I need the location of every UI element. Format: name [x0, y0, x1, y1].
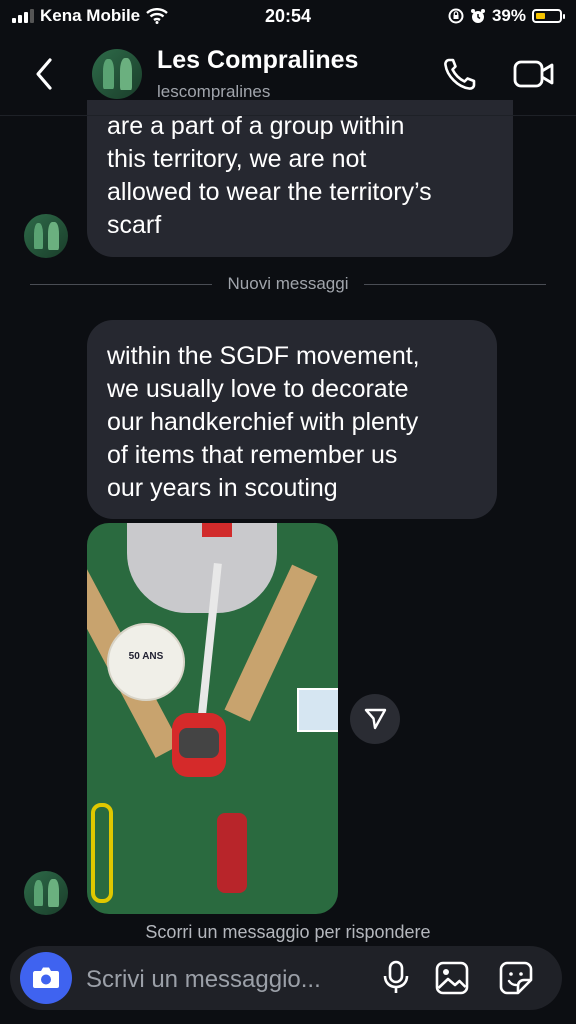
message-bubble[interactable]: within the SGDF movement, we usually lov… — [87, 320, 497, 519]
photo-rope — [91, 803, 113, 903]
video-call-button[interactable] — [512, 54, 556, 94]
back-arrow-icon — [36, 58, 52, 90]
photo-watch-face — [179, 728, 219, 758]
photo-tape — [202, 523, 232, 537]
photo-badge-text: 50 ANS — [128, 651, 164, 662]
call-button[interactable] — [440, 54, 480, 94]
divider-line — [364, 283, 547, 285]
photo-tag — [217, 813, 247, 893]
contact-username[interactable]: lescompralines — [157, 82, 270, 102]
new-messages-divider: Nuovi messaggi — [30, 272, 547, 296]
send-icon — [364, 708, 387, 730]
sticker-icon — [499, 961, 533, 995]
share-button[interactable] — [350, 694, 400, 744]
message-bubble[interactable]: are a part of a group within this territ… — [87, 100, 513, 257]
battery-icon — [532, 9, 565, 23]
microphone-icon — [383, 960, 409, 993]
contact-name[interactable]: Les Compralines — [157, 46, 358, 75]
camera-icon — [33, 967, 59, 988]
phone-icon — [444, 58, 476, 90]
divider-line — [30, 283, 212, 285]
sender-avatar[interactable] — [24, 871, 68, 915]
battery-percent: 39% — [491, 6, 526, 25]
header-divider — [0, 115, 576, 116]
rotation-lock-icon — [448, 8, 464, 24]
new-messages-label: Nuovi messaggi — [227, 274, 349, 293]
message-input[interactable]: Scrivi un messaggio... — [86, 966, 376, 992]
swipe-hint: Scorri un messaggio per rispondere — [145, 922, 431, 942]
gallery-button[interactable] — [434, 960, 470, 996]
camera-button[interactable] — [20, 952, 72, 1004]
sender-avatar[interactable] — [24, 214, 68, 258]
status-right: 39% — [448, 6, 565, 26]
back-button[interactable] — [30, 52, 70, 96]
message-composer: Scrivi un messaggio... — [10, 946, 562, 1010]
contact-avatar[interactable] — [92, 49, 142, 99]
photo-message[interactable]: 50 ANS — [87, 523, 338, 914]
photo-badge — [107, 623, 185, 701]
alarm-icon — [470, 9, 485, 23]
photo-patch — [297, 688, 338, 732]
sticker-button[interactable] — [498, 960, 534, 996]
image-icon — [435, 961, 469, 995]
video-camera-icon — [513, 60, 554, 88]
voice-button[interactable] — [380, 960, 412, 996]
status-bar: Kena Mobile 20:54 39% — [0, 0, 576, 32]
